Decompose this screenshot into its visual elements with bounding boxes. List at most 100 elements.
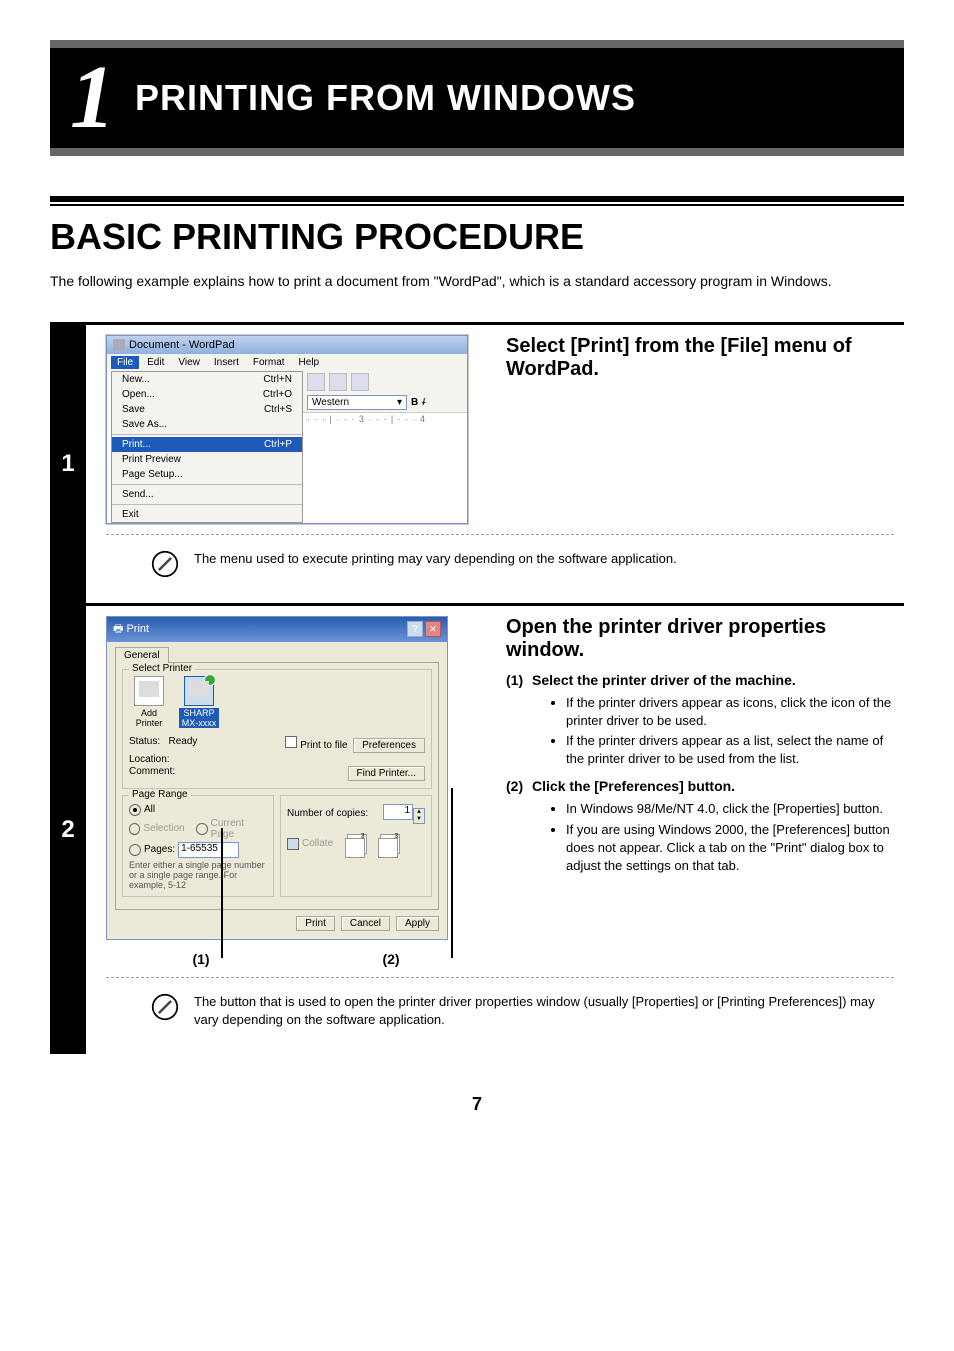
pencil-note-icon [151,993,179,1021]
step-2-heading: Open the printer driver properties windo… [506,616,894,662]
chapter-banner: 1 PRINTING FROM WINDOWS [50,40,904,156]
menu-file[interactable]: File [111,356,139,369]
callout-line-1 [221,828,223,958]
substep-2-title: Click the [Preferences] button. [532,778,735,794]
substep-1-num: (1) [506,672,523,688]
radio-selection-label: Selection [143,823,184,834]
menu-item-print[interactable]: Print...Ctrl+P [112,437,302,452]
apply-button[interactable]: Apply [396,916,439,931]
copies-label: Number of copies: [287,808,368,819]
step-1: 1 Document - WordPad File Edit View Inse… [50,322,904,603]
print-button[interactable]: Print [296,916,335,931]
menu-item-saveas[interactable]: Save As... [112,417,302,432]
toolbar-icon-2[interactable] [329,373,347,391]
step-2-note: The button that is used to open the prin… [106,988,894,1044]
group-label-printer: Select Printer [129,663,195,674]
menu-item-new[interactable]: New...Ctrl+N [112,372,302,387]
step-2-note-text: The button that is used to open the prin… [194,993,884,1029]
menu-insert[interactable]: Insert [208,356,245,369]
section-title: BASIC PRINTING PROCEDURE [50,216,904,258]
sharp-printer-icon[interactable]: SHARP MX-xxxx [179,676,219,728]
wordpad-toolbar [303,371,467,393]
preferences-button[interactable]: Preferences [353,738,425,753]
group-copies: . Number of copies: 1▲▼ [280,795,432,897]
italic-button[interactable]: I [422,397,425,408]
print-to-file-label: Print to file [300,740,347,751]
substep-2-bullets: In Windows 98/Me/NT 4.0, click the [Prop… [526,800,894,875]
toolbar-icon-1[interactable] [307,373,325,391]
location-label: Location: [129,754,170,765]
page-number: 7 [50,1094,904,1115]
file-menu-dropdown: New...Ctrl+N Open...Ctrl+O SaveCtrl+S Sa… [111,371,303,523]
rule-thick [50,196,904,202]
wordpad-menubar: File Edit View Insert Format Help [107,354,467,371]
close-button[interactable]: ✕ [425,621,441,637]
callout-1-label: (1) [106,951,296,967]
menu-item-open[interactable]: Open...Ctrl+O [112,387,302,402]
step-1-number: 1 [50,325,86,603]
pages-hint: Enter either a single page number or a s… [129,860,267,890]
pages-input[interactable]: 1-65535 [178,842,239,858]
substep-2-num: (2) [506,778,523,794]
pencil-note-icon [151,550,179,578]
status-label: Status: [129,736,160,747]
step-1-note-text: The menu used to execute printing may va… [194,550,677,568]
status-value: Ready [168,736,197,747]
step-2: 2 🖶 Print ? ✕ General [50,603,904,1054]
menu-item-save[interactable]: SaveCtrl+S [112,402,302,417]
dashed-separator [106,534,894,535]
step-1-note: The menu used to execute printing may va… [106,545,894,593]
wordpad-app-icon [113,339,125,351]
chapter-number: 1 [50,53,135,143]
print-dialog-titlebar: 🖶 Print ? ✕ [107,617,447,642]
wordpad-title-text: Document - WordPad [129,339,235,351]
collate-label: Collate [302,838,333,849]
step-2-number: 2 [50,606,86,1054]
group-page-range: Page Range All Selection Current Page Pa… [122,795,274,897]
radio-pages[interactable] [129,844,141,856]
menu-view[interactable]: View [172,356,206,369]
collate-illustration-icon [347,834,367,854]
callout-line-2 [451,788,453,958]
radio-pages-label: Pages: [144,844,175,855]
radio-all-label: All [144,804,155,815]
menu-item-pagesetup[interactable]: Page Setup... [112,467,302,482]
dashed-separator-2 [106,977,894,978]
substep-1-title: Select the printer driver of the machine… [532,672,796,688]
comment-label: Comment: [129,766,175,781]
wordpad-ruler: · · · | · · · 3 · · · | · · · 4 [303,412,467,425]
find-printer-button[interactable]: Find Printer... [348,766,425,781]
menu-format[interactable]: Format [247,356,291,369]
menu-item-exit[interactable]: Exit [112,507,302,522]
group-select-printer: Select Printer Add Printer SHARP MX-xxxx [122,669,432,789]
chevron-down-icon: ▾ [397,397,402,408]
bold-button[interactable]: B [411,397,418,408]
help-button[interactable]: ? [407,621,423,637]
step-1-heading: Select [Print] from the [File] menu of W… [506,335,894,381]
copies-input[interactable]: 1 [383,804,413,820]
print-dialog: 🖶 Print ? ✕ General Select Printer [106,616,448,940]
copies-spinner[interactable]: ▲▼ [413,808,425,824]
menu-item-send[interactable]: Send... [112,487,302,502]
chapter-title: PRINTING FROM WINDOWS [135,77,636,119]
wordpad-titlebar: Document - WordPad [107,336,467,354]
cancel-button[interactable]: Cancel [341,916,390,931]
collate-checkbox[interactable] [287,838,299,850]
menu-item-preview[interactable]: Print Preview [112,452,302,467]
wordpad-window: Document - WordPad File Edit View Insert… [106,335,468,524]
collate-illustration-icon-2 [380,834,400,854]
toolbar-icon-3[interactable] [351,373,369,391]
intro-paragraph: The following example explains how to pr… [50,272,904,292]
radio-selection[interactable] [129,823,140,835]
print-to-file-checkbox[interactable] [285,736,297,748]
rule-thin [50,204,904,206]
tab-general[interactable]: General [115,647,169,663]
radio-all[interactable] [129,804,141,816]
menu-help[interactable]: Help [293,356,326,369]
substep-1-bullets: If the printer drivers appear as icons, … [526,694,894,769]
radio-current[interactable] [196,823,207,835]
radio-current-label: Current Page [211,818,267,840]
add-printer-icon[interactable]: Add Printer [129,676,169,728]
font-script-dropdown[interactable]: Western▾ [307,395,407,410]
menu-edit[interactable]: Edit [141,356,170,369]
